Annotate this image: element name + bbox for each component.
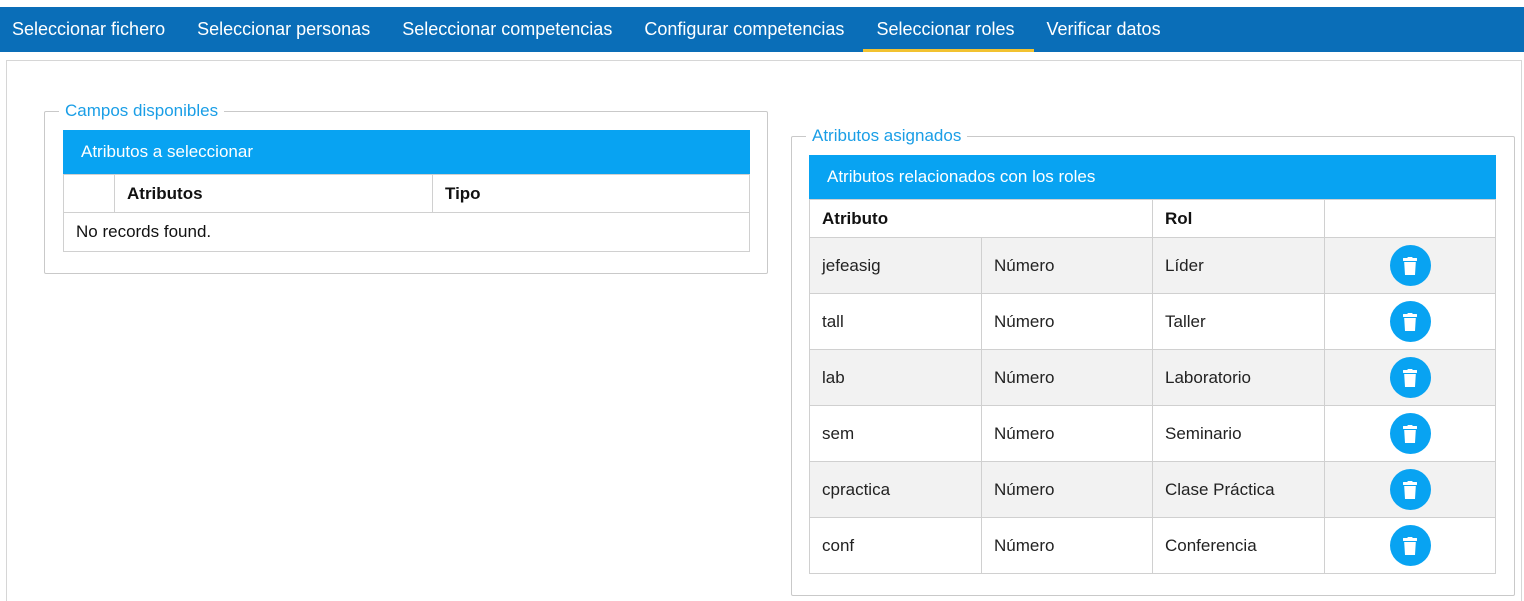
cell-actions xyxy=(1324,349,1496,406)
tab-seleccionar-personas[interactable]: Seleccionar personas xyxy=(184,7,389,52)
cell-rol: Líder xyxy=(1152,237,1325,294)
cell-atributo: tall xyxy=(809,293,982,350)
panel-header: Atributos relacionados con los roles xyxy=(809,155,1496,199)
atributos-asignados-fieldset: Atributos asignados Atributos relacionad… xyxy=(791,126,1515,596)
atributos-roles-table: Atributo Rol jefeasig Número Líder tall Núme… xyxy=(809,199,1496,574)
cell-rol: Seminario xyxy=(1152,405,1325,462)
cell-tipo: Número xyxy=(981,349,1153,406)
delete-button[interactable] xyxy=(1389,469,1431,510)
wizard-tab-bar: Seleccionar fichero Seleccionar personas… xyxy=(0,7,1524,52)
cell-actions xyxy=(1324,405,1496,462)
cell-tipo: Número xyxy=(981,461,1153,518)
cell-tipo: Número xyxy=(981,293,1153,350)
table-row: conf Número Conferencia xyxy=(809,517,1496,574)
tab-seleccionar-competencias[interactable]: Seleccionar competencias xyxy=(389,7,631,52)
cell-atributo: sem xyxy=(809,405,982,462)
table-row: tall Número Taller xyxy=(809,293,1496,350)
cell-atributo: jefeasig xyxy=(809,237,982,294)
delete-button[interactable] xyxy=(1389,413,1431,454)
delete-button[interactable] xyxy=(1389,301,1431,342)
tab-seleccionar-fichero[interactable]: Seleccionar fichero xyxy=(0,7,184,52)
empty-message: No records found. xyxy=(63,212,750,252)
cell-rol: Clase Práctica xyxy=(1152,461,1325,518)
atributos-table: Atributos Tipo No records found. xyxy=(63,174,750,252)
delete-button[interactable] xyxy=(1389,245,1431,286)
table-header-row: Atributos Tipo xyxy=(63,174,750,213)
trash-icon xyxy=(1403,256,1417,275)
cell-rol: Laboratorio xyxy=(1152,349,1325,406)
campos-disponibles-legend: Campos disponibles xyxy=(65,101,219,120)
table-row: jefeasig Número Líder xyxy=(809,237,1496,294)
cell-rol: Conferencia xyxy=(1152,517,1325,574)
cell-tipo: Número xyxy=(981,405,1153,462)
trash-icon xyxy=(1403,536,1417,555)
panel-header: Atributos a seleccionar xyxy=(63,130,750,174)
campos-disponibles-fieldset: Campos disponibles Atributos a seleccion… xyxy=(44,101,768,274)
select-column-header xyxy=(63,174,115,213)
cell-actions xyxy=(1324,237,1496,294)
tab-seleccionar-roles[interactable]: Seleccionar roles xyxy=(863,7,1034,52)
delete-button[interactable] xyxy=(1389,357,1431,398)
trash-icon xyxy=(1403,312,1417,331)
cell-actions xyxy=(1324,461,1496,518)
cell-atributo: cpractica xyxy=(809,461,982,518)
trash-icon xyxy=(1403,424,1417,443)
cell-actions xyxy=(1324,517,1496,574)
empty-row: No records found. xyxy=(63,212,750,252)
atributos-seleccionar-panel: Atributos a seleccionar Atributos Tipo N… xyxy=(63,130,750,252)
tab-configurar-competencias[interactable]: Configurar competencias xyxy=(631,7,863,52)
column-header-tipo[interactable]: Tipo xyxy=(432,174,750,213)
table-row: lab Número Laboratorio xyxy=(809,349,1496,406)
table-row: cpractica Número Clase Práctica xyxy=(809,461,1496,518)
cell-tipo: Número xyxy=(981,237,1153,294)
table-row: sem Número Seminario xyxy=(809,405,1496,462)
atributos-roles-panel: Atributos relacionados con los roles Atr… xyxy=(809,155,1496,574)
delete-button[interactable] xyxy=(1389,525,1431,566)
trash-icon xyxy=(1403,368,1417,387)
table-header-row: Atributo Rol xyxy=(809,199,1496,238)
cell-actions xyxy=(1324,293,1496,350)
column-header-atributos[interactable]: Atributos xyxy=(114,174,433,213)
trash-icon xyxy=(1403,480,1417,499)
cell-atributo: conf xyxy=(809,517,982,574)
tab-verificar-datos[interactable]: Verificar datos xyxy=(1034,7,1180,52)
atributos-asignados-legend: Atributos asignados xyxy=(812,126,962,145)
column-header-atributo[interactable]: Atributo xyxy=(809,199,1153,238)
cell-atributo: lab xyxy=(809,349,982,406)
column-header-actions xyxy=(1324,199,1496,238)
column-header-rol[interactable]: Rol xyxy=(1152,199,1325,238)
cell-rol: Taller xyxy=(1152,293,1325,350)
cell-tipo: Número xyxy=(981,517,1153,574)
